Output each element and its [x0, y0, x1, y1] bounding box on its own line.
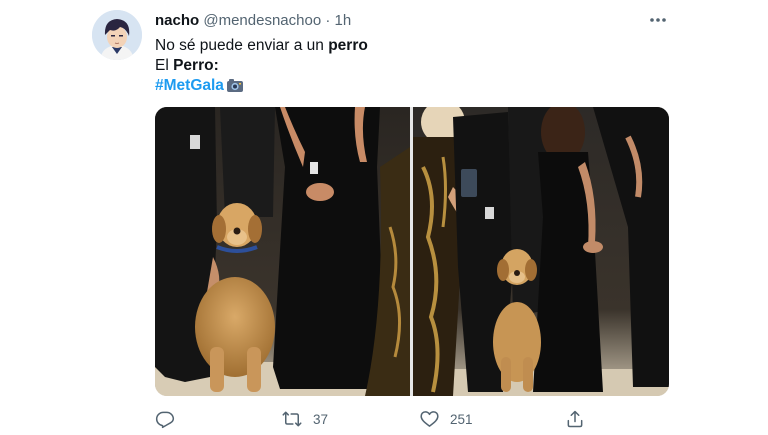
user-handle[interactable]: @mendesnachoo [203, 12, 321, 29]
photo-guests-standing-with-dog[interactable] [413, 107, 669, 396]
retweet-button[interactable]: 37 [281, 406, 328, 432]
display-name[interactable]: nacho [155, 12, 199, 29]
like-count: 251 [450, 411, 473, 427]
reply-button[interactable] [155, 406, 185, 432]
text-segment: El [155, 57, 174, 74]
share-button[interactable] [565, 406, 595, 432]
photo-dog-sitting-at-met-gala[interactable] [155, 107, 410, 396]
bold-text: Perro [173, 57, 214, 74]
camera-emoji-icon [226, 77, 244, 99]
bold-text: perro [328, 37, 368, 54]
hashtag-link[interactable]: #MetGala [155, 77, 224, 94]
tweet[interactable]: nacho @mendesnachoo · 1h No sé puede env… [0, 0, 768, 435]
tweet-line-2: El Perro: [155, 56, 655, 76]
tweet-actions: 37 251 [155, 406, 585, 432]
bold-text: : [213, 57, 219, 74]
separator-dot: · [325, 12, 331, 29]
tweet-header: nacho @mendesnachoo · 1h [155, 12, 351, 30]
tweet-text: No sé puede enviar a un perro El Perro: … [155, 36, 655, 99]
avatar-image [92, 10, 142, 60]
like-button[interactable]: 251 [419, 406, 473, 432]
retweet-count: 37 [313, 411, 329, 427]
reply-icon [155, 411, 175, 429]
avatar[interactable] [92, 10, 142, 60]
media-grid[interactable] [155, 107, 669, 396]
share-icon [567, 410, 583, 428]
text-segment: No sé puede enviar a un [155, 37, 329, 54]
tweet-line-3: #MetGala [155, 76, 655, 99]
more-options-icon[interactable] [644, 10, 672, 30]
heart-icon [420, 411, 439, 427]
tweet-line-1: No sé puede enviar a un perro [155, 36, 655, 56]
timestamp[interactable]: 1h [335, 12, 352, 29]
retweet-icon [282, 411, 302, 427]
